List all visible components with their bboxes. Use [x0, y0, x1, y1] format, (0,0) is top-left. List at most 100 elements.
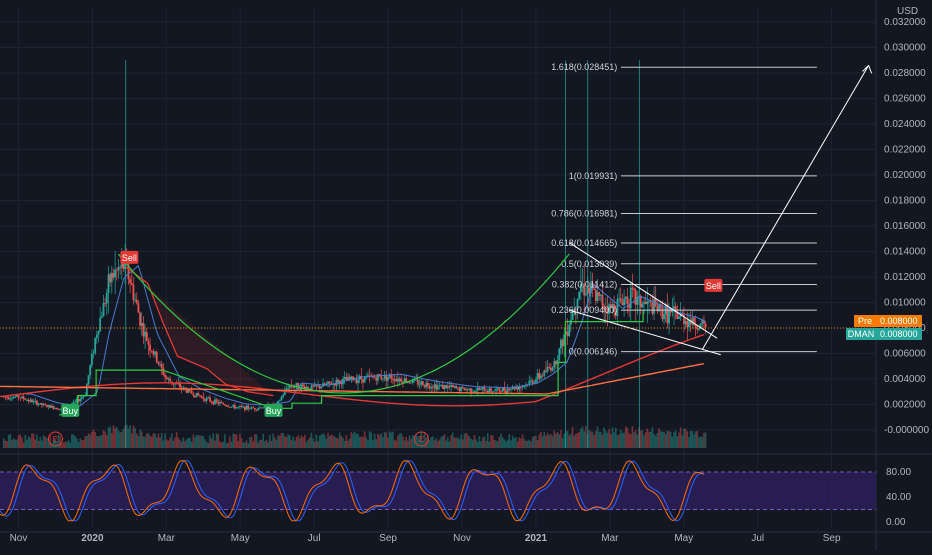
volume-bar — [77, 442, 80, 448]
candle-body — [247, 405, 250, 409]
volume-bar — [432, 436, 434, 448]
volume-bar — [288, 435, 291, 448]
candle-body — [375, 377, 378, 381]
volume-bar — [207, 442, 210, 448]
volume-bar — [210, 438, 213, 448]
volume-bar — [66, 441, 68, 448]
volume-bar — [67, 440, 70, 448]
candle-body — [205, 397, 208, 401]
volume-bar — [202, 435, 205, 448]
volume-bar — [107, 427, 110, 448]
candle-body — [353, 379, 356, 381]
volume-bar — [264, 441, 266, 448]
volume-bar — [430, 437, 432, 448]
volume-bar — [357, 433, 359, 448]
volume-bar — [303, 434, 306, 448]
candle-body — [420, 381, 423, 385]
volume-bar — [162, 440, 165, 448]
candle-body — [458, 387, 461, 392]
candle-body — [160, 363, 163, 368]
y-tick-label: 0.016000 — [884, 221, 926, 232]
candle-body — [154, 351, 156, 355]
candle-body — [27, 400, 30, 402]
volume-bar — [11, 439, 13, 448]
candle-body — [638, 295, 640, 297]
volume-bar — [681, 435, 684, 448]
volume-bar — [515, 437, 517, 448]
volume-bar — [44, 436, 47, 448]
x-tick-label: Nov — [453, 533, 471, 544]
volume-bar — [621, 432, 624, 448]
candle-body — [24, 399, 27, 401]
candle-body — [252, 407, 255, 409]
y-tick-label: 0.020000 — [884, 170, 926, 181]
candle-body — [318, 385, 321, 389]
fib-label: 0.382(0.011412) — [552, 279, 617, 289]
y-tick-label: 0.012000 — [884, 272, 926, 283]
candle-body — [157, 361, 160, 365]
candle-body — [543, 370, 546, 376]
volume-bar — [571, 426, 574, 448]
volume-bar — [195, 434, 198, 448]
y-tick-label: 0.004000 — [884, 374, 926, 385]
candle-body — [505, 390, 507, 394]
candle-body — [468, 388, 471, 390]
candle-body — [520, 387, 522, 388]
candle-body — [7, 397, 10, 400]
x-tick-label: 2020 — [81, 533, 104, 544]
volume-bar — [611, 427, 614, 448]
volume-bar — [435, 438, 437, 448]
volume-bar — [543, 431, 546, 448]
volume-bar — [508, 434, 511, 448]
candle-body — [426, 382, 429, 386]
candle-body — [140, 322, 143, 326]
volume-bar — [428, 440, 431, 448]
candle-body — [295, 382, 298, 387]
volume-bar — [340, 435, 343, 448]
candle-body — [438, 385, 441, 387]
volume-bar — [9, 433, 12, 448]
volume-bar — [7, 434, 10, 448]
x-tick-label: Sep — [823, 533, 841, 544]
candle-body — [238, 406, 241, 407]
candle-body — [80, 397, 83, 399]
candle-body — [56, 407, 58, 410]
candle-body — [596, 292, 599, 302]
volume-bar — [172, 440, 175, 448]
volume-bar — [260, 439, 263, 448]
volume-bar — [458, 439, 461, 448]
candle-body — [475, 390, 477, 392]
candle-body — [36, 400, 38, 406]
volume-bar — [570, 433, 572, 448]
volume-bar — [438, 439, 441, 448]
volume-bar — [540, 431, 542, 448]
volume-bar — [307, 439, 309, 448]
volume-bar — [505, 441, 507, 448]
volume-bar — [89, 434, 91, 448]
volume-bar — [669, 431, 672, 448]
x-tick-label: Nov — [10, 533, 28, 544]
volume-bar — [155, 437, 158, 448]
candle-body — [553, 361, 556, 368]
volume-bar — [548, 435, 551, 448]
tag-value: 0.008000 — [880, 316, 918, 326]
candle-body — [584, 293, 587, 296]
volume-bar — [323, 434, 326, 448]
volume-bar — [437, 441, 439, 448]
volume-bar — [327, 432, 329, 448]
price-chart[interactable]: 1.618(0.028451) 1(0.019931) 0.786(0.016981… — [0, 0, 932, 550]
volume-bar — [165, 439, 168, 448]
volume-bar — [134, 428, 136, 448]
candle-body — [42, 404, 45, 406]
volume-bar — [496, 441, 499, 448]
volume-bar — [92, 429, 95, 448]
volume-bar — [298, 438, 301, 448]
candle-body — [232, 405, 235, 407]
candle-body — [195, 393, 198, 398]
candle-body — [110, 272, 113, 283]
volume-bar — [12, 438, 15, 448]
candle-body — [165, 376, 168, 380]
candle-body — [345, 377, 348, 381]
candle-body — [257, 408, 260, 410]
volume-bar — [403, 440, 406, 448]
